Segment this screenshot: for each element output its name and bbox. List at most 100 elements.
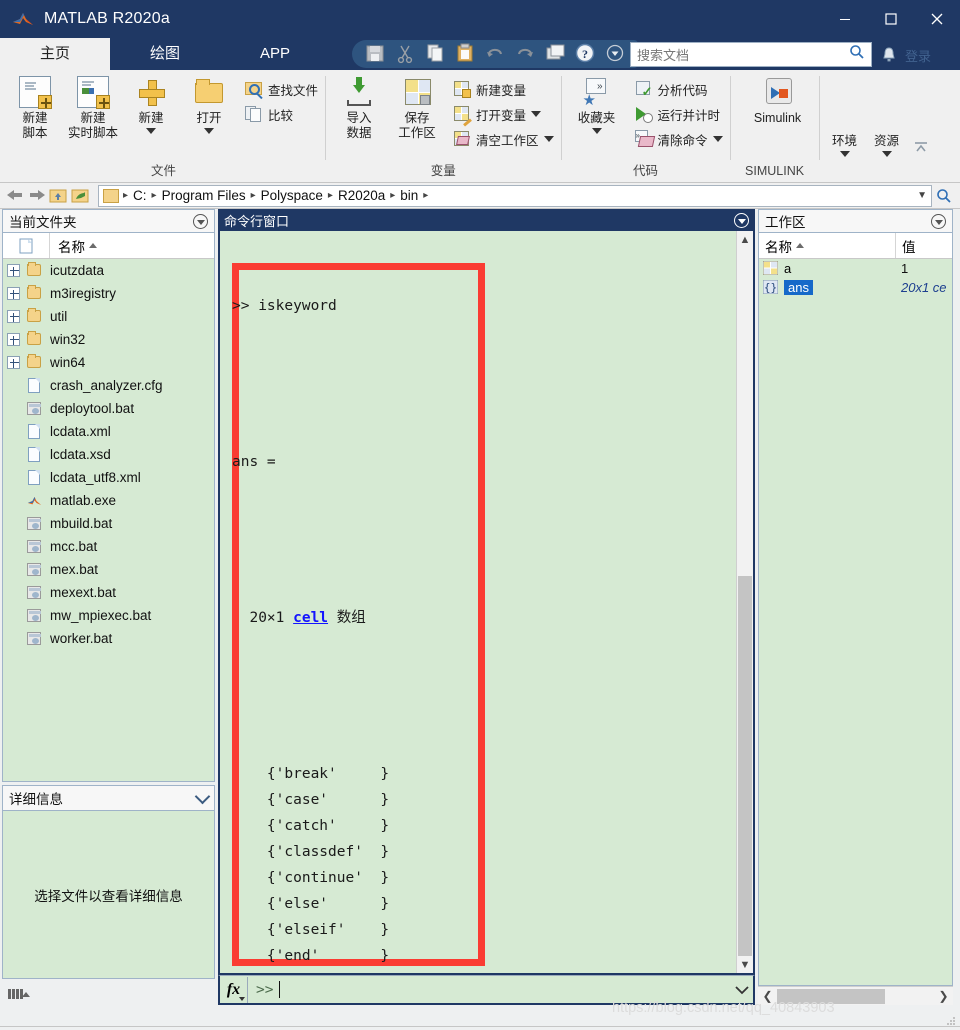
breadcrumb-bin[interactable]: bin	[397, 188, 421, 203]
help-icon[interactable]: ?	[574, 42, 600, 66]
current-folder-options-icon[interactable]	[193, 213, 208, 229]
notifications-bell-icon[interactable]	[880, 45, 898, 65]
expand-icon[interactable]	[7, 264, 20, 277]
new-variable-button[interactable]: 新建变量	[450, 78, 557, 100]
file-name-column-header[interactable]: 名称	[49, 233, 214, 258]
workspace-table[interactable]: 名称 值 a 1{} ans 20x1 ce	[758, 233, 953, 986]
resize-grip-icon[interactable]	[946, 1016, 956, 1026]
hscroll-right-arrow-icon[interactable]: ❯	[934, 989, 953, 1003]
file-list-item[interactable]: lcdata_utf8.xml	[3, 466, 214, 489]
clear-workspace-dropdown-arrow-icon[interactable]	[543, 136, 554, 142]
file-list-item[interactable]: m3iregistry	[3, 282, 214, 305]
path-breadcrumb-field[interactable]: ▸ C: ▸ Program Files ▸ Polyspace ▸ R2020…	[98, 184, 932, 207]
search-icon[interactable]	[849, 44, 865, 65]
run-and-time-button[interactable]: 运行并计时	[632, 103, 726, 125]
status-bars-icon[interactable]	[8, 985, 30, 999]
favorites-dropdown-arrow-icon[interactable]	[591, 128, 602, 134]
tab-apps[interactable]: APP	[220, 38, 330, 70]
workspace-row[interactable]: {} ans 20x1 ce	[759, 278, 952, 297]
qat-dropdown-icon[interactable]	[604, 42, 630, 66]
file-list-item[interactable]: deploytool.bat	[3, 397, 214, 420]
file-list-item[interactable]: mex.bat	[3, 558, 214, 581]
fx-function-browser-button[interactable]: fx	[220, 976, 248, 1003]
undo-icon[interactable]	[484, 42, 510, 66]
file-list-item[interactable]: win64	[3, 351, 214, 374]
tab-home[interactable]: 主页	[0, 38, 110, 70]
file-list-item[interactable]: crash_analyzer.cfg	[3, 374, 214, 397]
new-dropdown-arrow-icon[interactable]	[146, 128, 156, 134]
file-list-item[interactable]: mcc.bat	[3, 535, 214, 558]
file-list-item[interactable]: matlab.exe	[3, 489, 214, 512]
switch-window-icon[interactable]	[544, 42, 570, 66]
scroll-down-arrow-icon[interactable]: ▼	[737, 956, 753, 973]
file-list-item[interactable]: worker.bat	[3, 627, 214, 650]
workspace-name-column-header[interactable]: 名称	[759, 233, 895, 258]
expand-icon[interactable]	[7, 310, 20, 323]
save-icon[interactable]	[364, 42, 390, 66]
open-variable-dropdown-arrow-icon[interactable]	[531, 111, 542, 117]
close-button[interactable]	[914, 0, 960, 38]
paste-icon[interactable]	[454, 42, 480, 66]
details-header[interactable]: 详细信息	[2, 785, 215, 811]
open-variable-button[interactable]: 打开变量	[450, 103, 557, 127]
file-list-item[interactable]: icutzdata	[3, 259, 214, 282]
resources-button[interactable]: 资源	[866, 134, 908, 157]
file-list-item[interactable]: mexext.bat	[3, 581, 214, 604]
open-button[interactable]: 打开	[180, 76, 238, 134]
scrollbar-thumb[interactable]	[738, 576, 752, 966]
workspace-value-column-header[interactable]: 值	[895, 233, 952, 258]
compare-button[interactable]: 比较	[242, 103, 321, 125]
analyze-code-button[interactable]: ✓ 分析代码	[632, 78, 726, 100]
search-input[interactable]: 搜索文档	[630, 42, 872, 67]
command-window-output[interactable]: >> iskeyword ans = 20×1 cell 数组 {'break'…	[218, 231, 755, 975]
simulink-button[interactable]: Simulink	[741, 76, 815, 126]
clear-commands-dropdown-arrow-icon[interactable]	[712, 136, 723, 142]
fx-dropdown-arrow-icon[interactable]	[239, 996, 245, 1001]
redo-icon[interactable]	[514, 42, 540, 66]
path-dropdown-icon[interactable]: ▼	[917, 190, 927, 201]
copy-icon[interactable]	[424, 42, 450, 66]
environment-dropdown-arrow-icon[interactable]	[839, 151, 850, 157]
clear-commands-button[interactable]: » 清除命令	[632, 128, 726, 150]
expand-icon[interactable]	[7, 333, 20, 346]
find-files-button[interactable]: 查找文件	[242, 78, 321, 100]
sign-in-link[interactable]: 登录	[905, 46, 931, 65]
chevron-down-icon[interactable]	[194, 788, 211, 804]
breadcrumb-drive[interactable]: C:	[130, 188, 150, 203]
workspace-options-icon[interactable]	[931, 213, 946, 229]
breadcrumb-program-files[interactable]: Program Files	[159, 188, 249, 203]
tab-plots[interactable]: 绘图	[110, 38, 220, 70]
save-workspace-button[interactable]: 保存 工作区	[388, 76, 446, 141]
command-window-vertical-scrollbar[interactable]: ▲ ▼	[736, 231, 753, 973]
import-data-button[interactable]: 导入 数据	[330, 76, 388, 141]
cut-icon[interactable]	[394, 42, 420, 66]
file-list-item[interactable]: mbuild.bat	[3, 512, 214, 535]
workspace-row[interactable]: a1	[759, 259, 952, 278]
open-dropdown-arrow-icon[interactable]	[204, 128, 214, 134]
maximize-button[interactable]	[868, 0, 914, 38]
collapse-ribbon-button[interactable]	[908, 141, 934, 157]
cell-type-link[interactable]: cell	[293, 610, 328, 626]
scroll-up-arrow-icon[interactable]: ▲	[737, 231, 753, 248]
new-live-script-button[interactable]: 新建 实时脚本	[64, 76, 122, 141]
path-search-icon[interactable]	[932, 188, 956, 204]
new-script-button[interactable]: 新建 脚本	[6, 76, 64, 141]
favorites-button[interactable]: » ★ 收藏夹	[566, 76, 628, 134]
expand-icon[interactable]	[7, 287, 20, 300]
file-list-item[interactable]: lcdata.xml	[3, 420, 214, 443]
environment-button[interactable]: 环境	[824, 134, 866, 157]
file-list-item[interactable]: mw_mpiexec.bat	[3, 604, 214, 627]
file-list[interactable]: 名称 icutzdata m3iregistry util win32 win64 cra…	[2, 233, 215, 782]
browse-folder-button[interactable]	[70, 186, 92, 206]
up-one-level-button[interactable]	[48, 186, 70, 206]
command-window-options-icon[interactable]	[734, 212, 749, 228]
resources-dropdown-arrow-icon[interactable]	[881, 151, 892, 157]
breadcrumb-polyspace[interactable]: Polyspace	[258, 188, 326, 203]
expand-icon[interactable]	[7, 356, 20, 369]
clear-workspace-button[interactable]: 清空工作区	[450, 128, 557, 150]
file-list-item[interactable]: win32	[3, 328, 214, 351]
command-history-dropdown-icon[interactable]	[731, 985, 753, 995]
forward-button[interactable]	[26, 186, 48, 206]
back-button[interactable]	[4, 186, 26, 206]
breadcrumb-r2020a[interactable]: R2020a	[335, 188, 388, 203]
